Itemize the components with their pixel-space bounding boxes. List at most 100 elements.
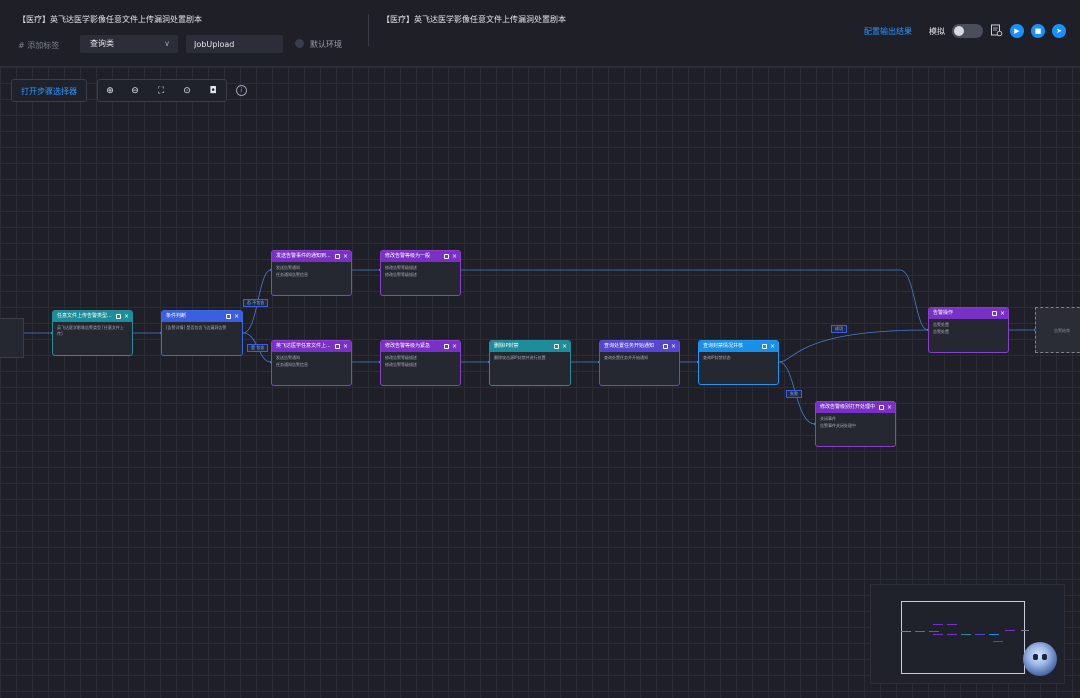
node-line: 告警处置 [933, 322, 949, 327]
config-output-link[interactable]: 配置输出结果 [864, 26, 912, 37]
node-line: [告警详情] 是否包含飞达漏洞告警 [166, 325, 227, 330]
minimap-node [915, 631, 925, 632]
node-line: 修改告警等级描述 [385, 362, 417, 367]
copy-icon[interactable] [335, 344, 340, 349]
minimap-node [929, 631, 939, 632]
canvas-toolbar: ⊕ ⊖ ⛶ ⊙ ◘ [97, 79, 227, 102]
start-node-partial[interactable] [0, 318, 24, 358]
copy-icon[interactable] [116, 314, 121, 319]
workflow-node[interactable]: 查询处置任务开始通知 × 查询处置任务并开始通知 [599, 340, 680, 386]
close-icon[interactable]: × [671, 341, 676, 352]
close-icon[interactable]: × [770, 341, 775, 352]
toggle-knob [954, 26, 964, 36]
minimap-node [933, 634, 943, 635]
minimap-node [989, 634, 999, 635]
job-name-input[interactable] [186, 35, 283, 53]
edge-label-no[interactable]: 否 不包含 [243, 299, 269, 307]
robot-eye [1033, 654, 1038, 660]
workflow-node[interactable]: 删除IP封禁 × 删除攻击源IP封禁并进行处置 [489, 340, 571, 386]
node-line: 告警事件关闭处理中 [820, 423, 856, 428]
assistant-robot-icon[interactable] [1023, 642, 1057, 676]
camera-icon[interactable]: ◘ [207, 85, 219, 97]
minimap-viewport[interactable] [901, 601, 1025, 674]
zoom-in-icon[interactable]: ⊕ [104, 85, 116, 97]
workflow-node[interactable]: 条件判断 × [告警详情] 是否包含飞达漏洞告警 [161, 310, 243, 356]
edge-label-yes[interactable]: 是 包含 [247, 344, 269, 352]
environment-label: 默认环境 [310, 40, 342, 49]
workflow-node[interactable]: 发送告警事件的通知到... × 发送告警通知 任务通知告警信息 [271, 250, 352, 296]
node-line: 任务通知告警信息 [276, 272, 308, 277]
publish-icon[interactable]: ➤ [1052, 24, 1066, 38]
minimap-node [933, 624, 943, 625]
copy-icon[interactable] [335, 254, 340, 259]
workflow-node[interactable]: 英飞达医学任意文件上... × 发送告警通知 任务通知告警信息 [271, 340, 352, 386]
settings-file-icon[interactable] [990, 24, 1003, 37]
copy-icon[interactable] [554, 344, 559, 349]
simulate-label: 模拟 [929, 27, 945, 36]
copy-icon[interactable] [992, 311, 997, 316]
minimap-node [993, 641, 1003, 642]
copy-icon[interactable] [879, 405, 884, 410]
close-icon[interactable]: × [234, 311, 239, 322]
node-title: 任意文件上传告警类型... [57, 313, 112, 319]
environment-selector[interactable]: 默认环境 [295, 39, 342, 50]
copy-icon[interactable] [444, 254, 449, 259]
copy-icon[interactable] [444, 344, 449, 349]
run-icon[interactable]: ▶ [1010, 24, 1024, 38]
add-tag-button[interactable]: # 添加标签 [18, 40, 59, 51]
node-line: 修改告警等级描述 [385, 355, 417, 360]
edge-label-success[interactable]: 成功 [831, 325, 847, 333]
focus-icon[interactable]: ⊙ [181, 85, 193, 97]
node-line: 告警结束 [1054, 328, 1070, 333]
node-title: 查询处置任务开始通知 [604, 343, 655, 349]
close-icon[interactable]: × [562, 341, 567, 352]
node-line: 修改告警等级描述 [385, 265, 417, 270]
edge-label-fail[interactable]: 失败 [786, 390, 802, 398]
close-icon[interactable]: × [452, 251, 457, 262]
workflow-node[interactable]: 修改告警等级为一般 × 修改告警等级描述 修改告警等级描述 [380, 250, 461, 296]
zoom-out-icon[interactable]: ⊖ [129, 85, 141, 97]
node-title: 修改告警级别打开处理中 [820, 404, 876, 410]
info-icon[interactable]: i [236, 85, 247, 96]
node-title: 英飞达医学任意文件上... [276, 343, 331, 349]
simulate-toggle[interactable] [952, 24, 983, 38]
node-title: 修改告警等级为一般 [385, 253, 431, 259]
workflow-node[interactable]: 任意文件上传告警类型... × 英飞达医学影像告警类型 [任意文件上传] [52, 310, 133, 356]
close-icon[interactable]: × [343, 341, 348, 352]
node-title: 修改告警等级为紧急 [385, 343, 431, 349]
globe-icon [295, 39, 304, 48]
node-line: 告警处置 [933, 329, 949, 334]
close-icon[interactable]: × [343, 251, 348, 262]
chevron-down-icon: ∨ [164, 39, 170, 48]
node-line: 发送告警通知 [276, 265, 300, 270]
minimap-node [901, 631, 911, 632]
node-line: 查询处置任务并开始通知 [604, 355, 648, 360]
workflow-node[interactable]: 告警操作 × 告警处置 告警处置 [928, 307, 1009, 353]
workflow-node[interactable]: 查询封禁情况并核 × 查询IP封禁状态 [698, 340, 779, 385]
end-node-partial[interactable]: 告警结束 [1035, 307, 1080, 353]
fit-view-icon[interactable]: ⛶ [155, 85, 167, 97]
save-icon[interactable]: ■ [1031, 24, 1045, 38]
node-line: 发送告警通知 [276, 355, 300, 360]
node-line: 查询IP封禁状态 [703, 355, 731, 360]
node-title: 发送告警事件的通知到... [276, 253, 331, 259]
close-icon[interactable]: × [1000, 308, 1005, 319]
close-icon[interactable]: × [452, 341, 457, 352]
open-step-picker-button[interactable]: 打开步骤选择器 [11, 79, 87, 102]
workflow-node[interactable]: 修改告警等级为紧急 × 修改告警等级描述 修改告警等级描述 [380, 340, 461, 386]
node-title: 删除IP封禁 [494, 343, 519, 349]
node-title: 告警操作 [933, 310, 954, 316]
close-icon[interactable]: × [887, 402, 892, 413]
category-select[interactable]: 查询类 ∨ [80, 35, 178, 53]
node-title: 查询封禁情况并核 [703, 343, 744, 349]
node-line: 任务通知告警信息 [276, 362, 308, 367]
node-line: 英飞达医学影像告警类型 [任意文件上传] [57, 325, 124, 336]
workflow-node[interactable]: 修改告警级别打开处理中 × 关闭事件 告警事件关闭处理中 [815, 401, 896, 447]
copy-icon[interactable] [226, 314, 231, 319]
node-line: 删除攻击源IP封禁并进行处置 [494, 355, 546, 360]
copy-icon[interactable] [762, 344, 767, 349]
close-icon[interactable]: × [124, 311, 129, 322]
robot-eye [1042, 654, 1047, 660]
copy-icon[interactable] [663, 344, 668, 349]
divider [368, 14, 369, 46]
